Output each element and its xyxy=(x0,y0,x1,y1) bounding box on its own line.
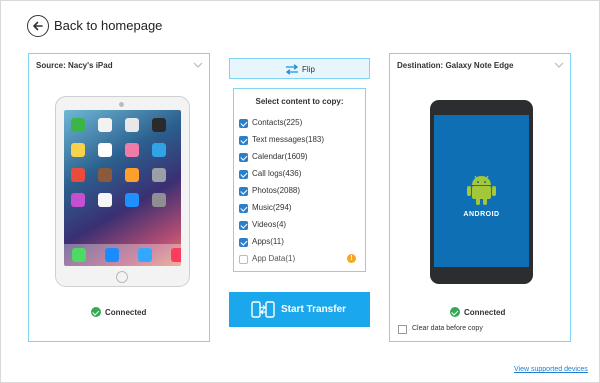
flip-button[interactable]: Flip xyxy=(229,58,370,79)
home-button xyxy=(116,271,128,283)
app-icon xyxy=(125,143,139,157)
source-status-label: Connected xyxy=(105,308,147,317)
app-icon xyxy=(98,118,112,132)
start-transfer-button[interactable]: Start Transfer xyxy=(229,292,370,327)
ipad-screen xyxy=(64,110,181,266)
content-title: Select content to copy: xyxy=(255,97,344,106)
destination-title: Destination: Galaxy Note Edge xyxy=(397,61,514,70)
phone-screen: ANDROID xyxy=(434,115,529,267)
checkbox-checked[interactable] xyxy=(239,187,248,196)
item-label: Videos(4) xyxy=(252,220,287,229)
app-icon xyxy=(98,168,112,182)
check-circle-icon xyxy=(91,307,101,317)
clear-data-label: Clear data before copy xyxy=(412,325,483,332)
source-panel: Source: Nacy's iPad Connected xyxy=(28,53,210,342)
app-icon xyxy=(98,143,112,157)
item-label: Calendar(1609) xyxy=(252,152,308,161)
back-to-homepage-link[interactable]: Back to homepage xyxy=(54,18,162,33)
android-robot-icon xyxy=(467,175,496,205)
destination-panel: Destination: Galaxy Note Edge ANDROID Co… xyxy=(389,53,571,342)
swap-arrows-icon xyxy=(285,64,299,75)
app-icon xyxy=(98,193,112,207)
app-icon xyxy=(125,193,139,207)
dock-icons xyxy=(72,248,181,262)
checkbox-checked[interactable] xyxy=(239,238,248,247)
item-label: Text messages(183) xyxy=(252,135,325,144)
checkbox-checked[interactable] xyxy=(239,136,248,145)
checkbox-checked[interactable] xyxy=(239,119,248,128)
view-supported-devices-link[interactable]: View supported devices xyxy=(514,366,588,373)
app-icon xyxy=(71,118,85,132)
checkbox-unchecked[interactable] xyxy=(239,255,248,264)
item-label: Photos(2088) xyxy=(252,186,301,195)
camera-dot xyxy=(119,102,124,107)
app-icon xyxy=(138,248,152,262)
clear-data-checkbox[interactable] xyxy=(398,325,407,334)
destination-status: Connected xyxy=(450,307,505,317)
checkbox-checked[interactable] xyxy=(239,204,248,213)
destination-status-label: Connected xyxy=(464,308,506,317)
source-title: Source: Nacy's iPad xyxy=(36,61,113,70)
source-status: Connected xyxy=(91,307,146,317)
dock xyxy=(64,244,181,266)
app-icon xyxy=(152,118,166,132)
android-logo-text: ANDROID xyxy=(463,211,500,218)
app-icon xyxy=(105,248,119,262)
app-icon xyxy=(152,143,166,157)
app-icon xyxy=(71,193,85,207)
flip-label: Flip xyxy=(302,65,315,74)
arrow-left-icon xyxy=(33,21,43,31)
transfer-icon xyxy=(251,301,275,318)
check-circle-icon xyxy=(450,307,460,317)
app-icon xyxy=(71,143,85,157)
item-label: Call logs(436) xyxy=(252,169,302,178)
app-icon xyxy=(152,193,166,207)
checkbox-checked[interactable] xyxy=(239,170,248,179)
chevron-down-icon[interactable] xyxy=(193,61,203,69)
back-button[interactable] xyxy=(27,15,49,37)
item-label: Music(294) xyxy=(252,203,292,212)
app-icon xyxy=(72,248,86,262)
android-device-image: ANDROID xyxy=(430,100,533,284)
app-icon xyxy=(71,168,85,182)
ipad-device-image xyxy=(55,96,190,287)
content-selection-panel: Select content to copy: Contacts(225) Te… xyxy=(233,88,366,272)
checkbox-checked[interactable] xyxy=(239,221,248,230)
app-icon xyxy=(171,248,181,262)
item-label: Contacts(225) xyxy=(252,118,303,127)
chevron-down-icon[interactable] xyxy=(554,61,564,69)
item-label: App Data(1) xyxy=(252,254,296,263)
app-icon xyxy=(152,168,166,182)
item-label: Apps(11) xyxy=(252,237,284,246)
info-icon[interactable]: ! xyxy=(347,254,356,263)
app-icon xyxy=(125,118,139,132)
start-transfer-label: Start Transfer xyxy=(281,304,347,315)
app-icon-grid xyxy=(71,118,166,207)
app-icon xyxy=(125,168,139,182)
checkbox-checked[interactable] xyxy=(239,153,248,162)
